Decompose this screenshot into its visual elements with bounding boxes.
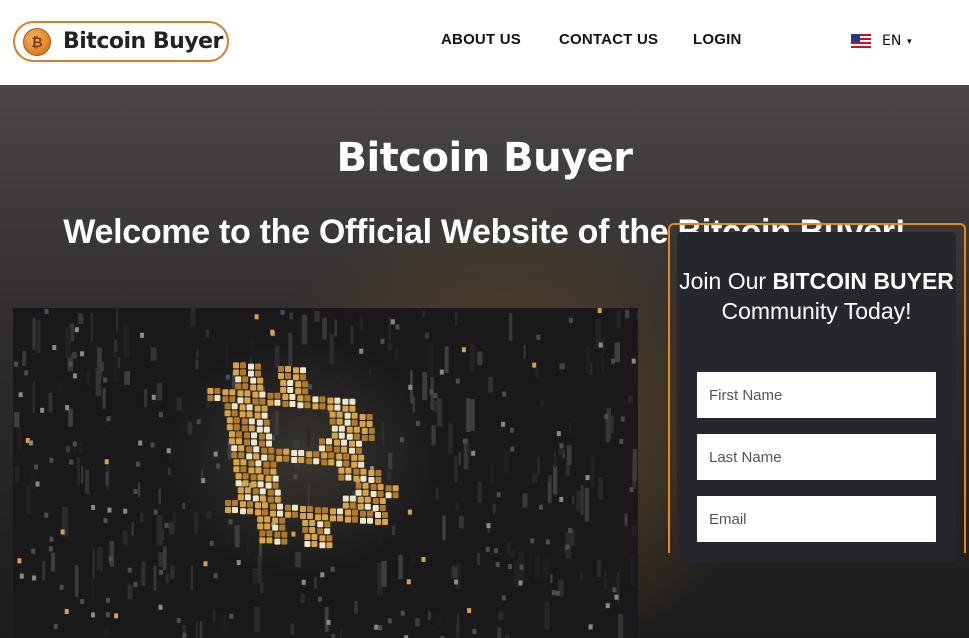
nav-about-us[interactable]: ABOUT US	[441, 31, 521, 48]
bitcoin-circuit-image	[13, 308, 638, 638]
logo[interactable]: ₿ Bitcoin Buyer	[13, 21, 229, 62]
form-heading-bold: BITCOIN BUYER	[772, 268, 954, 294]
form-heading: Join Our BITCOIN BUYER Community Today!	[677, 266, 956, 326]
site-header: ₿ Bitcoin Buyer ABOUT US CONTACT US LOGI…	[0, 0, 969, 85]
last-name-input[interactable]	[697, 434, 936, 480]
bitcoin-circuit-graphic	[14, 308, 638, 638]
form-heading-post: Community Today!	[721, 298, 912, 324]
email-input[interactable]	[697, 496, 936, 542]
language-selector[interactable]: EN ▼	[851, 33, 913, 49]
logo-text: Bitcoin Buyer	[63, 29, 223, 54]
us-flag-icon	[851, 34, 871, 48]
bitcoin-coin-icon: ₿	[23, 27, 51, 56]
hero-title: Bitcoin Buyer	[336, 135, 633, 181]
nav-login[interactable]: LOGIN	[693, 31, 742, 48]
nav-contact-us[interactable]: CONTACT US	[559, 31, 658, 48]
signup-form: Join Our BITCOIN BUYER Community Today!	[677, 232, 956, 562]
first-name-input[interactable]	[697, 372, 936, 418]
chevron-down-icon: ▼	[905, 36, 914, 46]
language-label: EN	[882, 33, 902, 49]
form-heading-pre: Join Our	[679, 268, 773, 294]
